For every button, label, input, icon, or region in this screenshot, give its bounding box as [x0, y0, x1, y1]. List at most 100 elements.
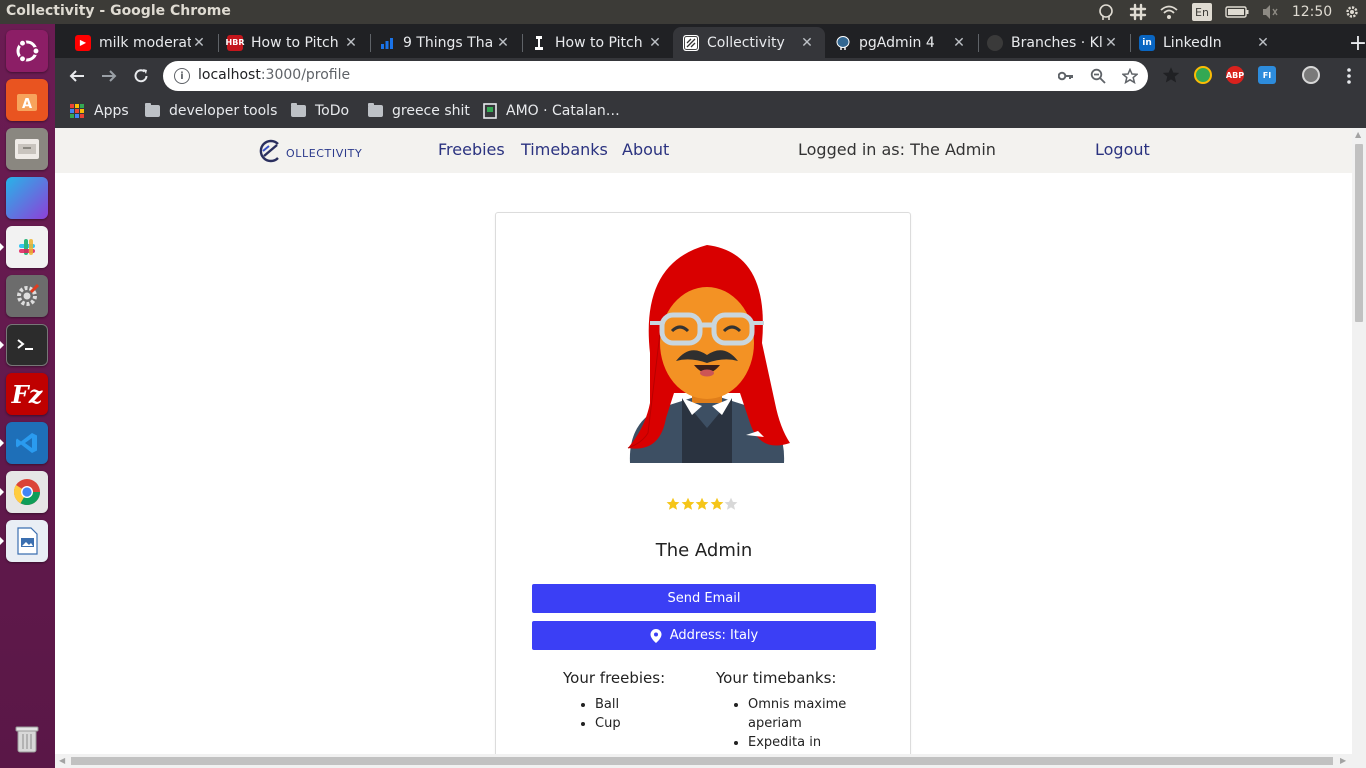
slack-tray-icon[interactable]: [1128, 3, 1148, 21]
keyboard-layout-indicator[interactable]: En: [1192, 3, 1212, 21]
address-bar[interactable]: i localhost:3000/profile: [163, 61, 1148, 91]
bookmarks-bar: Apps developer tools ToDo greece shit AM…: [55, 94, 1366, 128]
battery-icon[interactable]: [1224, 3, 1250, 21]
github-icon: [987, 34, 1003, 51]
horizontal-scroll-thumb[interactable]: [71, 757, 1333, 765]
files-icon[interactable]: [6, 128, 48, 170]
timebank-item[interactable]: Expedita in: [748, 733, 848, 752]
tab-close-icon[interactable]: ✕: [799, 35, 815, 51]
profile-avatar[interactable]: [1302, 66, 1320, 84]
address-url[interactable]: localhost:3000/profile: [198, 67, 350, 83]
running-indicator: [0, 439, 4, 447]
back-arrow-icon[interactable]: [63, 62, 91, 90]
launcher-sidebar: A Fz: [0, 24, 55, 768]
adblock-plus-icon[interactable]: ABP: [1226, 66, 1244, 84]
tab-close-icon[interactable]: ✕: [1255, 35, 1271, 51]
horizontal-scrollbar[interactable]: ◀ ▶: [55, 754, 1366, 768]
timebanks-heading: Your timebanks:: [716, 669, 837, 687]
extension-green-icon[interactable]: [1194, 66, 1212, 84]
freebie-item[interactable]: Ball: [595, 695, 703, 714]
collectivity-logo[interactable]: OLLECTIVITY: [258, 138, 362, 164]
slack-icon[interactable]: [6, 226, 48, 268]
chrome-icon[interactable]: [6, 471, 48, 513]
wifi-icon[interactable]: [1158, 3, 1180, 21]
address-label: Address: Italy: [669, 628, 759, 643]
clock[interactable]: 12:50: [1290, 3, 1334, 21]
scroll-up-arrow-icon[interactable]: ▲: [1355, 130, 1361, 139]
running-indicator: [0, 488, 4, 496]
extension-fi-icon[interactable]: FI: [1258, 66, 1276, 84]
new-tab-plus-icon[interactable]: +: [1345, 30, 1366, 56]
trash-icon[interactable]: [6, 718, 48, 760]
star-filled-icon: [681, 497, 694, 510]
key-icon[interactable]: [1056, 66, 1076, 86]
tab-9-things[interactable]: 9 Things Tha ✕: [369, 27, 521, 58]
zoom-icon[interactable]: [1088, 66, 1108, 86]
bookmark-apps[interactable]: Apps: [70, 100, 129, 122]
star-filled-icon: [666, 497, 680, 510]
document-icon: [483, 103, 497, 119]
nav-link-freebies[interactable]: Freebies: [438, 140, 505, 159]
scroll-left-arrow-icon[interactable]: ◀: [59, 756, 65, 765]
svg-text:A: A: [22, 97, 32, 112]
bookmark-developer-tools[interactable]: developer tools: [145, 100, 277, 122]
extension-star-icon[interactable]: [1162, 66, 1180, 84]
terminal-icon[interactable]: [6, 324, 48, 366]
tab-pgadmin[interactable]: pgAdmin 4 ✕: [825, 27, 977, 58]
tab-close-icon[interactable]: ✕: [1103, 35, 1119, 51]
window-title: Collectivity - Google Chrome: [6, 3, 231, 19]
tab-how-to-pitch-medium[interactable]: How to Pitch ✕: [521, 27, 673, 58]
filezilla-icon[interactable]: Fz: [6, 373, 48, 415]
system-top-panel: Collectivity - Google Chrome En 12:50: [0, 0, 1366, 24]
tab-close-icon[interactable]: ✕: [191, 35, 207, 51]
tab-close-icon[interactable]: ✕: [951, 35, 967, 51]
running-indicator: [0, 537, 4, 545]
software-center-icon[interactable]: A: [6, 79, 48, 121]
nav-link-timebanks[interactable]: Timebanks: [521, 140, 608, 159]
tab-close-icon[interactable]: ✕: [343, 35, 359, 51]
ubuntu-icon[interactable]: [6, 30, 48, 72]
bookmark-greece-shit[interactable]: greece shit: [368, 100, 470, 122]
tab-milk-moderat[interactable]: ▶ milk moderat ✕: [65, 27, 217, 58]
timebank-item[interactable]: Omnis maxime aperiam: [748, 695, 848, 733]
bookmark-star-icon[interactable]: [1120, 66, 1140, 86]
app-navbar: OLLECTIVITY Freebies Timebanks About Log…: [55, 128, 1352, 173]
chrome-menu-icon[interactable]: [1335, 62, 1363, 90]
site-info-icon[interactable]: i: [174, 68, 190, 84]
workspace-switcher-icon[interactable]: [6, 177, 48, 219]
vertical-scroll-thumb[interactable]: [1355, 144, 1363, 322]
tab-linkedin[interactable]: in LinkedIn ✕: [1129, 27, 1281, 58]
system-settings-icon[interactable]: [6, 275, 48, 317]
map-marker-icon: [650, 628, 662, 643]
tab-close-icon[interactable]: ✕: [647, 35, 663, 51]
browser-tab-strip: ▶ milk moderat ✕ HBR How to Pitch ✕ 9 Th…: [55, 24, 1366, 58]
bookmark-amo-catalan[interactable]: AMO · Catalan…: [483, 100, 620, 122]
bar-chart-icon: [379, 35, 395, 51]
elephant-icon: [835, 35, 851, 51]
youtube-icon: ▶: [75, 34, 91, 51]
volume-muted-icon[interactable]: [1260, 3, 1280, 21]
forward-arrow-icon[interactable]: [95, 62, 123, 90]
freebie-item[interactable]: Cup: [595, 714, 703, 733]
nav-link-about[interactable]: About: [622, 140, 669, 159]
linkedin-icon: in: [1139, 34, 1155, 51]
system-menu-gear-icon[interactable]: [1342, 3, 1362, 21]
tab-branches[interactable]: Branches · Kl ✕: [977, 27, 1129, 58]
reload-icon[interactable]: [127, 62, 155, 90]
tab-close-icon[interactable]: ✕: [495, 35, 511, 51]
tab-collectivity[interactable]: Collectivity ✕: [673, 27, 825, 58]
hbr-icon: HBR: [226, 34, 244, 51]
running-indicator: [0, 243, 4, 251]
page-viewport: OLLECTIVITY Freebies Timebanks About Log…: [55, 128, 1352, 754]
vscode-icon[interactable]: [6, 422, 48, 464]
vertical-scrollbar[interactable]: ▲: [1352, 128, 1366, 754]
scroll-right-arrow-icon[interactable]: ▶: [1340, 756, 1346, 765]
pgadmin-tray-icon[interactable]: [1096, 3, 1116, 21]
libreoffice-impress-icon[interactable]: [6, 520, 48, 562]
bookmark-todo[interactable]: ToDo: [291, 100, 349, 122]
nav-link-logout[interactable]: Logout: [1095, 140, 1150, 159]
star-empty-icon: [724, 497, 738, 510]
address-button[interactable]: Address: Italy: [532, 621, 876, 650]
send-email-button[interactable]: Send Email: [532, 584, 876, 613]
tab-how-to-pitch-hbr[interactable]: HBR How to Pitch ✕: [217, 27, 369, 58]
